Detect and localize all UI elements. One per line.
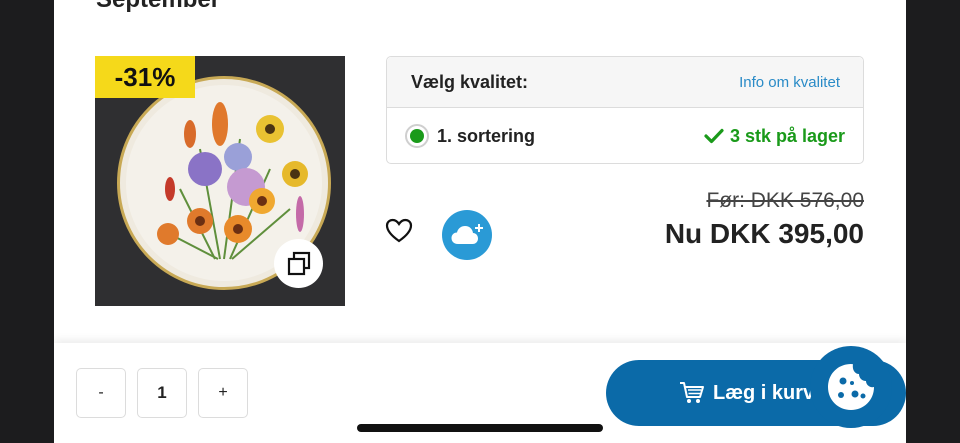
gallery-button[interactable]	[274, 239, 323, 288]
save-to-cloud-button[interactable]	[442, 210, 492, 260]
home-indicator[interactable]	[357, 424, 603, 432]
cookie-settings-button[interactable]	[810, 346, 892, 428]
cloud-plus-icon	[451, 224, 483, 244]
quality-title: Vælg kvalitet:	[411, 71, 529, 92]
stock-label: 3 stk på lager	[729, 125, 845, 146]
quantity-decrease-button[interactable]: -	[76, 368, 126, 418]
cookie-icon	[828, 364, 874, 410]
page-title: September	[96, 0, 220, 14]
add-to-cart-label: Læg i kurv	[713, 381, 815, 404]
quality-header: Vælg kvalitet: Info om kvalitet	[387, 57, 863, 108]
shopping-cart-icon	[680, 382, 704, 403]
quality-option-row[interactable]: 1. sortering 3 stk på lager	[387, 108, 863, 164]
favorite-button[interactable]	[385, 217, 413, 245]
quantity-input[interactable]: 1	[137, 368, 187, 418]
quality-option[interactable]: 1. sortering	[405, 124, 535, 148]
price-before: Før: DKK 576,00	[706, 189, 864, 212]
quantity-increase-button[interactable]: +	[198, 368, 248, 418]
discount-badge: -31%	[95, 56, 195, 98]
heart-icon	[385, 218, 413, 243]
screen: September	[54, 0, 906, 443]
checkmark-icon	[704, 128, 724, 144]
stock-status: 3 stk på lager	[704, 126, 845, 147]
price-now: Nu DKK 395,00	[664, 218, 864, 249]
quality-radio[interactable]	[405, 124, 429, 148]
copy-icon	[287, 251, 310, 275]
quality-selector: Vælg kvalitet: Info om kvalitet 1. sorte…	[386, 56, 864, 164]
quality-info-link[interactable]: Info om kvalitet	[739, 74, 840, 91]
quality-option-label: 1. sortering	[437, 125, 536, 146]
product-image[interactable]: -31%	[95, 56, 345, 306]
radio-selected-dot	[410, 129, 424, 143]
device-frame: September	[0, 0, 960, 443]
